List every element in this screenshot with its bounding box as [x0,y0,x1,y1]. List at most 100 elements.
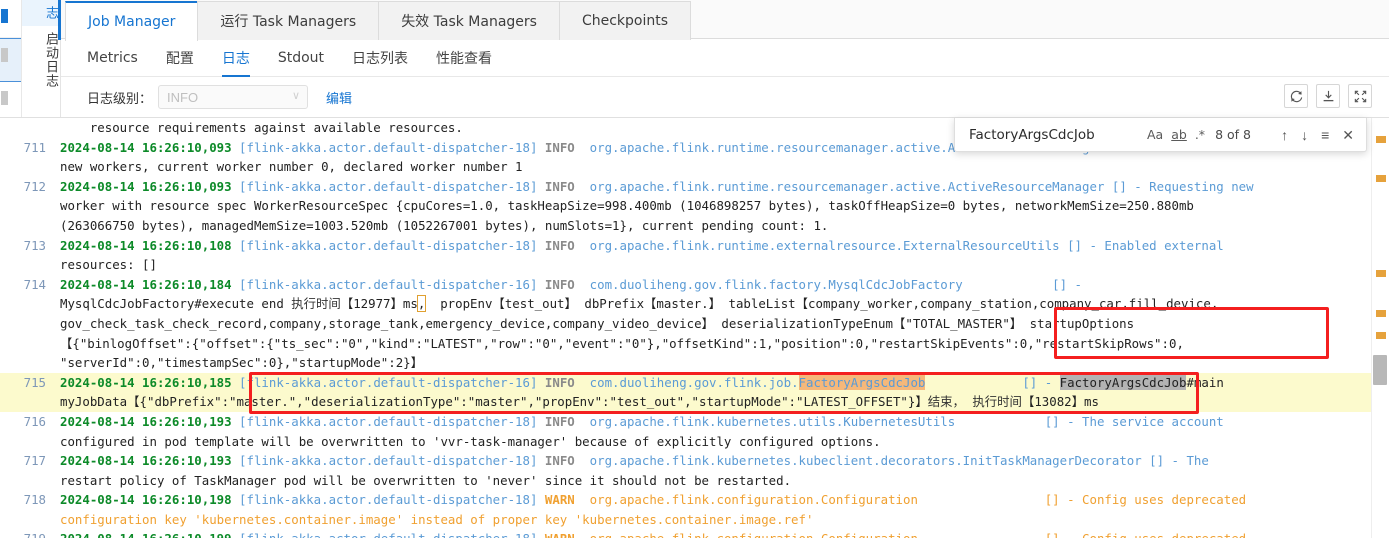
log-segment: INFO [544,178,590,194]
log-line: configuration key 'kubernetes.container.… [0,510,1371,530]
find-whole-word-toggle[interactable]: ab [1171,127,1187,142]
log-segment: configuration key 'kubernetes.container.… [60,511,814,527]
log-segment: 2024-08-14 16:26:10,193 [60,453,240,469]
list-item[interactable] [0,38,21,82]
log-segment: propEnv【test_out】 dbPrefix【master.】 tabl… [425,296,1219,312]
subtab-stdout[interactable]: Stdout [278,39,324,77]
log-line: MysqlCdcJobFactory#execute end 执行时间【1297… [0,294,1371,314]
log-content[interactable]: resource requirements against available … [0,118,1371,538]
side-tab-startup-log[interactable]: 启动日志 [22,26,60,94]
scrollbar-match-marker [1376,332,1386,339]
log-line: 719 2024-08-14 16:26:10,199 [flink-akka.a… [0,529,1371,538]
log-segment: 2024-08-14 16:26:10,198 [60,492,240,508]
search-match-highlight: FactoryArgsCdcJob [798,374,926,390]
log-segment: INFO [544,276,590,292]
subtab-log[interactable]: 日志 [221,39,250,77]
log-line: new workers, current worker number 0, de… [0,157,1371,177]
fullscreen-icon [1354,90,1366,102]
list-item[interactable] [0,0,21,38]
download-icon [1323,90,1333,101]
log-segment: [flink-akka.actor.default-dispatcher-18] [239,237,545,253]
log-segment: INFO [544,413,590,429]
log-line-number: 715 [23,374,46,390]
log-segment: INFO [544,237,590,253]
log-segment: [flink-akka.actor.default-dispatcher-18] [239,178,545,194]
log-level-select[interactable]: INFO ∨ [158,85,309,109]
log-segment: INFO [544,374,590,390]
subtab-config[interactable]: 配置 [166,39,194,77]
list-item-accent [1,48,8,62]
log-segment: "serverId":0,"timestampSec":0},"startupM… [60,355,424,371]
list-item-accent [1,91,8,105]
find-match-case-toggle[interactable]: Aa [1147,127,1163,142]
side-tab-startup-log-label: 启动日志 [43,32,58,88]
side-tab-log[interactable]: 志 [22,0,61,40]
log-scrollbar[interactable] [1371,118,1389,538]
tab-failed-task-managers[interactable]: 失效 Task Managers [378,1,560,40]
log-line-number: 719 [0,529,46,538]
log-line: 716 2024-08-14 16:26:10,193 [flink-akka.a… [0,412,1371,432]
log-segment: (263066750 bytes), managedMemSize=1003.5… [60,217,829,233]
log-segment: configured in pod template will be overw… [60,433,881,449]
refresh-button[interactable] [1284,84,1308,108]
log-line: 【{"binlogOffset":{"offset":{"ts_sec":"0"… [0,334,1371,354]
log-line-number: 714 [23,276,46,292]
log-segment: org.apache.flink.kubernetes.kubeclient.d… [589,453,1209,469]
log-segment: 【12977】ms [340,296,418,312]
log-segment: 2024-08-14 16:26:10,093 [60,139,240,155]
search-match-highlight: FactoryArgsCdcJob [1059,374,1187,390]
log-segment: [flink-akka.actor.default-dispatcher-18] [239,492,545,508]
find-next-button[interactable]: ↓ [1301,128,1308,142]
log-segment: restart policy of TaskManager pod will b… [60,472,792,488]
find-regex-toggle[interactable]: .* [1195,127,1205,142]
tab-failed-task-managers-label: 失效 Task Managers [401,14,537,30]
log-line: configured in pod template will be overw… [0,432,1371,452]
log-viewer[interactable]: resource requirements against available … [0,117,1389,538]
find-previous-button[interactable]: ↑ [1281,128,1288,142]
subtab-metrics-label: Metrics [87,49,138,66]
log-segment: [flink-akka.actor.default-dispatcher-18] [239,531,545,538]
log-scrollbar-thumb[interactable] [1373,355,1387,385]
log-segment: org.apache.flink.runtime.resourcemanager… [589,178,1254,194]
log-line: "serverId":0,"timestampSec":0},"startupM… [0,353,1371,373]
log-line: 712 2024-08-14 16:26:10,093 [flink-akka.a… [0,177,1371,197]
find-close-button[interactable]: ✕ [1342,128,1354,142]
list-item[interactable] [0,82,21,120]
subtab-metrics[interactable]: Metrics [87,39,138,77]
find-input[interactable] [963,122,1143,147]
top-tab-bar: Job Manager 运行 Task Managers 失效 Task Man… [61,0,1389,41]
sub-tab-bar: Metrics 配置 日志 Stdout 日志列表 性能查看 [61,39,1389,77]
log-segment: com.duoliheng.gov.flink.job. [589,374,799,390]
fullscreen-button[interactable] [1348,84,1372,108]
log-segment: WARN [545,531,590,538]
find-bar[interactable]: Aa ab .* 8 of 8 ↑ ↓ ≡ ✕ [954,118,1367,152]
log-segment: myJobData【{"dbPrefix":"master.","deseria… [60,394,928,410]
find-all-button[interactable]: ≡ [1321,128,1329,142]
log-line: 714 2024-08-14 16:26:10,184 [flink-akka.a… [0,275,1371,295]
log-line: resources: [] [0,255,1371,275]
subtab-config-label: 配置 [165,50,194,67]
scrollbar-match-marker [1376,136,1386,143]
subtab-stdout-label: Stdout [277,49,325,66]
scrollbar-match-marker [1376,175,1386,182]
tab-job-manager[interactable]: Job Manager [65,1,199,41]
tab-job-manager-label: Job Manager [88,14,176,30]
log-segment: 执行时间 [972,394,1022,410]
log-line: 715 2024-08-14 16:26:10,185 [flink-akka.a… [0,372,1371,393]
tab-checkpoints-label: Checkpoints [581,13,669,29]
edit-link[interactable]: 编辑 [326,88,352,107]
list-item-accent [1,9,8,23]
log-segment: 2024-08-14 16:26:10,108 [60,237,240,253]
find-result-count: 8 of 8 [1215,127,1251,142]
tab-checkpoints[interactable]: Checkpoints [558,1,692,40]
log-segment: MysqlCdcJobFactory#execute end [60,296,292,312]
controls-row: 日志级别： INFO ∨ 编辑 [61,77,1389,117]
download-button[interactable] [1316,84,1340,108]
log-segment: 执行时间 [291,296,341,312]
subtab-log-list[interactable]: 日志列表 [352,39,408,77]
subtab-performance[interactable]: 性能查看 [436,39,492,77]
log-line: 713 2024-08-14 16:26:10,108 [flink-akka.a… [0,236,1371,256]
tab-running-task-managers[interactable]: 运行 Task Managers [197,1,380,40]
log-segment: 【{"binlogOffset":{"offset":{"ts_sec":"0"… [60,335,1184,351]
log-line-number: 716 [23,413,46,429]
